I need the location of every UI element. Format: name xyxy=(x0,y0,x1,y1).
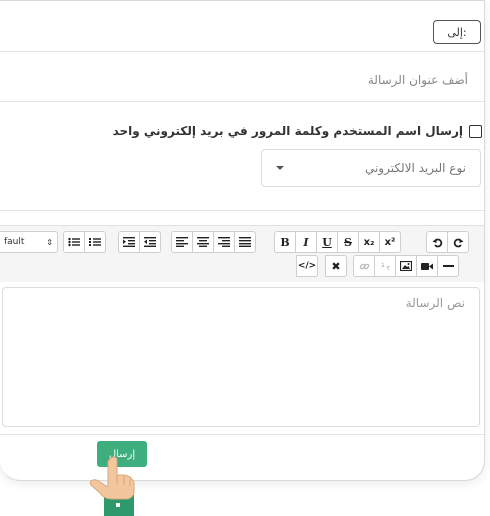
italic-button[interactable]: I xyxy=(295,231,317,253)
unordered-list-icon xyxy=(68,237,80,247)
link-button[interactable] xyxy=(353,255,375,277)
link-icon xyxy=(359,263,369,269)
eraser-icon: ✖ xyxy=(331,259,341,273)
underline-button[interactable]: U xyxy=(316,231,338,253)
divider xyxy=(0,101,484,102)
ordered-list-button[interactable] xyxy=(84,231,106,253)
chevron-down-icon xyxy=(276,166,284,170)
bold-label: B xyxy=(280,235,290,249)
video-icon xyxy=(421,262,433,270)
align-justify-icon xyxy=(239,237,251,247)
superscript-button[interactable]: x² xyxy=(379,231,401,253)
divider xyxy=(0,51,484,52)
align-right-button[interactable] xyxy=(213,231,235,253)
compose-card: إلى: أضف عنوان الرسالة إرسال اسم المستخد… xyxy=(0,0,485,481)
unlink-icon xyxy=(381,262,389,270)
undo-button[interactable] xyxy=(426,231,448,253)
align-justify-button[interactable] xyxy=(234,231,256,253)
updown-icon: ⇕ xyxy=(46,237,53,247)
ordered-list-icon xyxy=(89,238,101,246)
align-center-button[interactable] xyxy=(192,231,214,253)
subscript-button[interactable]: x₂ xyxy=(358,231,380,253)
indent-icon xyxy=(123,237,135,247)
unlink-button[interactable] xyxy=(374,255,396,277)
message-placeholder: نص الرسالة xyxy=(405,296,465,310)
divider xyxy=(0,434,484,435)
code-icon: </> xyxy=(297,261,317,271)
align-right-icon xyxy=(218,237,230,247)
font-family-select-value: fault xyxy=(4,237,25,247)
redo-icon xyxy=(453,238,463,247)
single-email-checkbox[interactable] xyxy=(469,124,482,138)
image-icon xyxy=(400,261,412,271)
align-left-button[interactable] xyxy=(171,231,193,253)
redo-button[interactable] xyxy=(447,231,469,253)
outdent-button[interactable] xyxy=(139,231,161,253)
email-type-select[interactable]: نوع البريد الالكتروني xyxy=(261,149,481,187)
align-center-icon xyxy=(197,237,209,247)
horizontal-rule-button[interactable] xyxy=(437,255,459,277)
italic-label: I xyxy=(303,235,309,249)
insert-image-button[interactable] xyxy=(395,255,417,277)
subject-input[interactable]: أضف عنوان الرسالة xyxy=(0,61,484,99)
align-left-icon xyxy=(176,237,188,247)
unordered-list-button[interactable] xyxy=(63,231,85,253)
subscript-label: x₂ xyxy=(363,236,375,248)
code-view-button[interactable]: </> xyxy=(296,255,318,277)
strikethrough-button[interactable]: S xyxy=(337,231,359,253)
email-type-select-value: نوع البريد الالكتروني xyxy=(364,161,466,175)
single-email-checkbox-label: إرسال اسم المستخدم وكلمة المرور في بريد … xyxy=(112,124,463,138)
divider xyxy=(0,210,484,211)
to-recipients-button[interactable]: إلى: xyxy=(433,20,481,44)
superscript-label: x² xyxy=(384,236,396,248)
pointer-hand-icon xyxy=(89,456,135,516)
single-email-option[interactable]: إرسال اسم المستخدم وكلمة المرور في بريد … xyxy=(113,122,482,140)
font-family-select[interactable]: fault ⇕ xyxy=(0,231,58,253)
clear-format-button[interactable]: ✖ xyxy=(325,255,347,277)
message-body-textarea[interactable]: نص الرسالة xyxy=(2,287,480,427)
strikethrough-label: S xyxy=(344,235,352,249)
subject-placeholder: أضف عنوان الرسالة xyxy=(367,73,468,87)
editor-toolbar: fault ⇕ B I U S x₂ x² </> ✖ xyxy=(0,225,484,282)
insert-video-button[interactable] xyxy=(416,255,438,277)
to-label: إلى: xyxy=(447,25,467,39)
bold-button[interactable]: B xyxy=(274,231,296,253)
indent-button[interactable] xyxy=(118,231,140,253)
horizontal-rule-icon xyxy=(442,264,454,267)
underline-label: U xyxy=(322,235,332,249)
undo-icon xyxy=(432,238,442,247)
outdent-icon xyxy=(144,237,156,247)
